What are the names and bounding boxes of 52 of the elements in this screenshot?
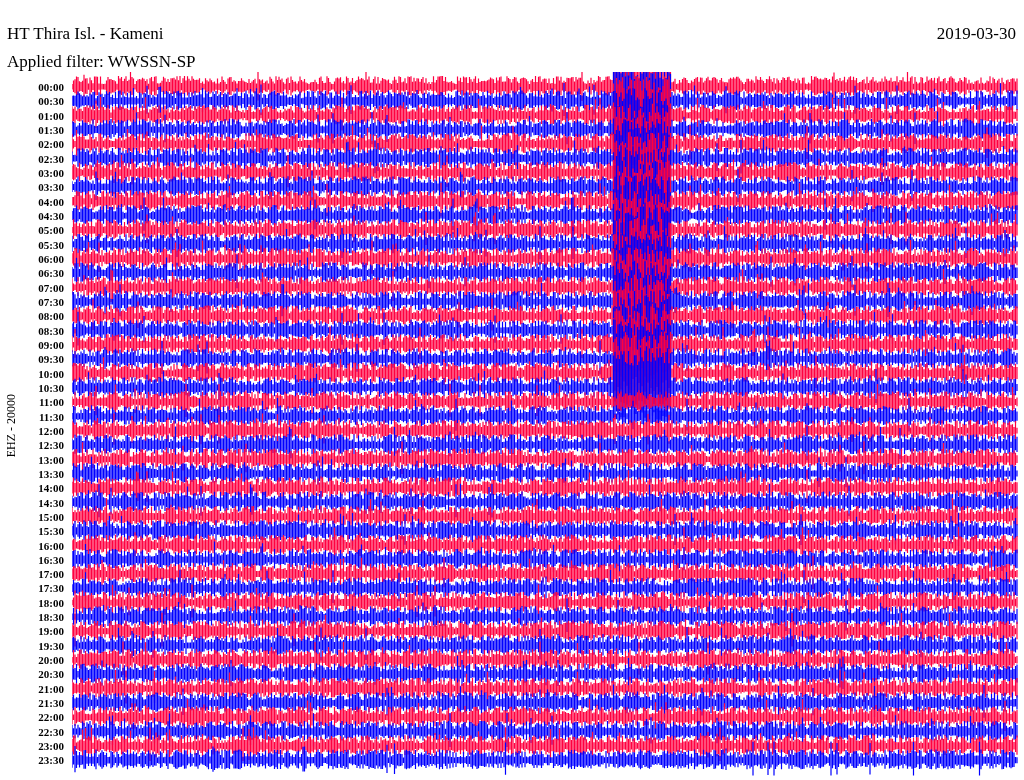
time-label: 10:30 bbox=[38, 380, 64, 396]
time-label: 09:30 bbox=[38, 352, 64, 367]
time-label: 02:30 bbox=[38, 151, 64, 166]
time-label: 20:30 bbox=[38, 667, 64, 682]
time-label: 15:00 bbox=[38, 509, 64, 525]
time-label: 23:00 bbox=[38, 739, 64, 754]
time-label: 02:00 bbox=[38, 137, 64, 152]
time-label: 22:00 bbox=[38, 710, 64, 725]
time-label: 23:30 bbox=[38, 753, 64, 768]
time-label: 11:30 bbox=[38, 409, 64, 424]
time-label: 04:00 bbox=[38, 194, 64, 209]
time-label: 00:00 bbox=[38, 80, 64, 95]
time-label: 12:30 bbox=[38, 438, 64, 453]
time-label: 01:00 bbox=[38, 108, 64, 123]
time-label: 03:00 bbox=[38, 165, 64, 181]
time-label: 13:30 bbox=[38, 466, 64, 482]
time-label: 22:30 bbox=[38, 724, 64, 740]
time-label: 08:30 bbox=[38, 323, 64, 338]
time-label: 16:30 bbox=[38, 552, 64, 568]
time-label: 04:30 bbox=[38, 208, 64, 224]
time-label: 06:00 bbox=[38, 251, 64, 267]
time-label: 12:00 bbox=[38, 423, 64, 439]
time-label: 18:30 bbox=[38, 610, 64, 625]
time-label: 05:30 bbox=[38, 237, 64, 252]
time-label: 17:00 bbox=[38, 567, 64, 582]
time-label: 09:00 bbox=[38, 337, 64, 353]
time-label: 15:30 bbox=[38, 524, 64, 539]
time-label: 21:30 bbox=[38, 696, 64, 711]
time-label: 05:00 bbox=[38, 223, 64, 238]
time-label: 18:00 bbox=[38, 595, 64, 611]
time-label: 16:00 bbox=[38, 538, 64, 553]
time-label: 20:00 bbox=[38, 653, 64, 668]
time-label: 00:30 bbox=[38, 94, 64, 109]
time-label: 19:30 bbox=[38, 638, 64, 654]
time-label: 06:30 bbox=[38, 266, 64, 281]
channel-label: EHZ - 20000 bbox=[3, 394, 19, 458]
time-label: 07:30 bbox=[38, 294, 64, 310]
time-label: 17:30 bbox=[38, 581, 64, 596]
time-label: 08:00 bbox=[38, 309, 64, 324]
time-label: 07:00 bbox=[38, 280, 64, 295]
time-label: 19:00 bbox=[38, 624, 64, 639]
date-text: 2019-03-30 bbox=[936, 24, 1017, 44]
time-label: 14:30 bbox=[38, 495, 64, 510]
time-label: 14:00 bbox=[38, 481, 64, 496]
time-label: 03:30 bbox=[38, 180, 64, 195]
time-label: 11:00 bbox=[38, 395, 64, 410]
time-label: 10:00 bbox=[38, 366, 64, 381]
time-label: 01:30 bbox=[38, 123, 64, 138]
time-label: 21:00 bbox=[38, 681, 64, 697]
filter-text: Applied filter: WWSSN-SP bbox=[7, 52, 196, 71]
time-label: 13:00 bbox=[38, 452, 64, 467]
station-title: HT Thira Isl. - Kameni bbox=[7, 24, 164, 44]
